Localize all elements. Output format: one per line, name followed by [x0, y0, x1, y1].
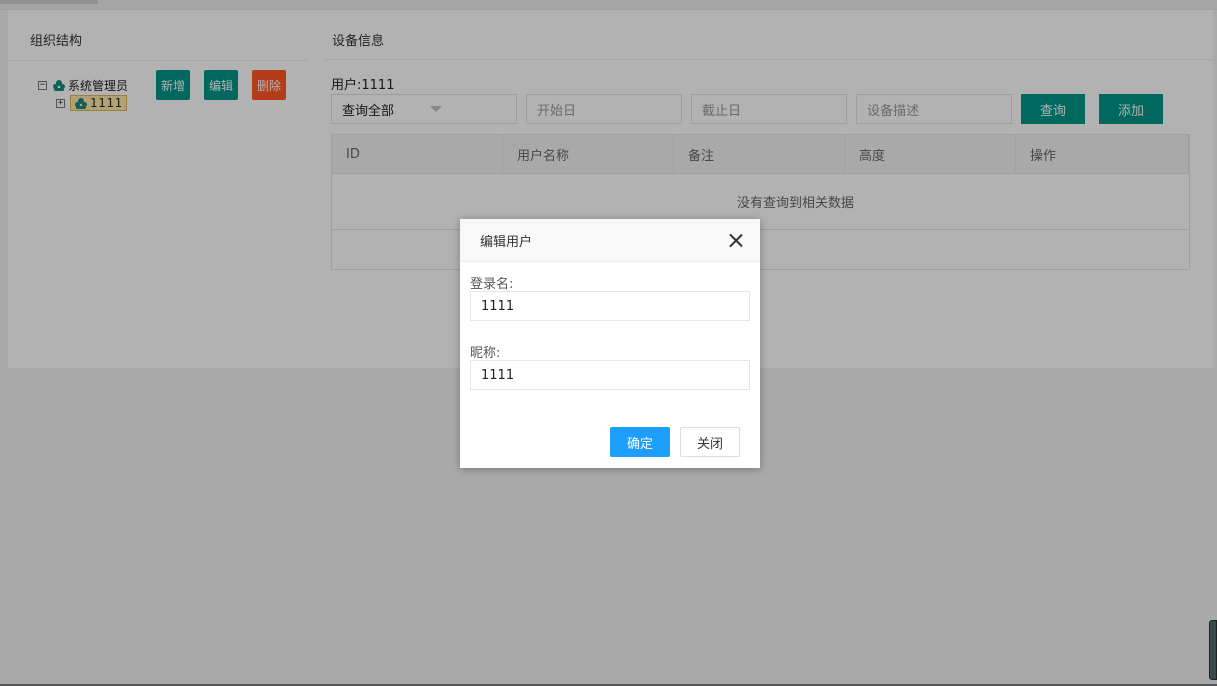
nickname-field[interactable]: 1111 — [470, 360, 750, 390]
login-name-field[interactable]: 1111 — [470, 291, 750, 321]
close-button[interactable]: 关闭 — [680, 427, 740, 457]
nickname-label: 昵称: — [470, 346, 501, 361]
dialog-header: 编辑用户 — [460, 219, 760, 262]
login-name-label: 登录名: — [470, 277, 514, 292]
scrollbar-handle[interactable] — [1209, 620, 1217, 680]
confirm-button[interactable]: 确定 — [610, 427, 670, 457]
dialog-title: 编辑用户 — [480, 234, 533, 250]
close-icon[interactable] — [728, 233, 744, 249]
edit-user-dialog: 编辑用户 登录名: 1111 昵称: 1111 确定 关闭 — [460, 219, 760, 468]
